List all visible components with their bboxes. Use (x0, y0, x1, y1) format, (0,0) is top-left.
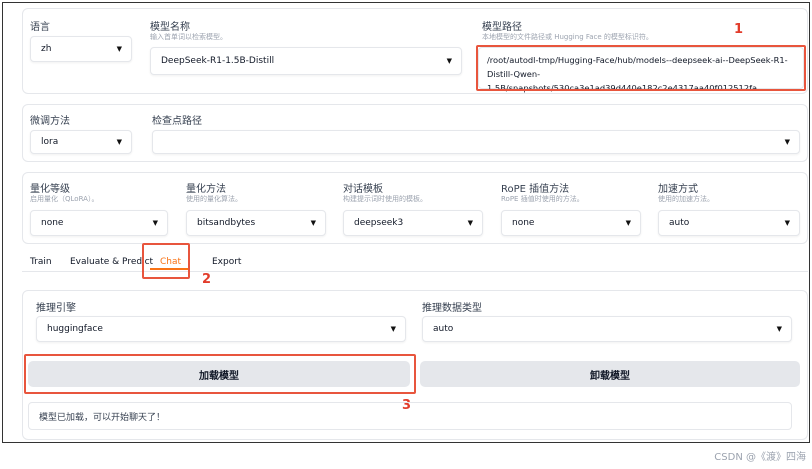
model-status-box: 模型已加载，可以开始聊天了！ (28, 402, 792, 430)
model-path-label: 模型路径 (482, 22, 522, 33)
rope-info: RoPE 插值时使用的方法。 (501, 195, 584, 203)
language-select[interactable]: zh ▼ (30, 36, 132, 62)
unload-model-button[interactable]: 卸载模型 (420, 361, 800, 387)
chevron-down-icon: ▼ (310, 219, 316, 227)
chevron-down-icon: ▼ (116, 138, 122, 146)
chevron-down-icon: ▼ (784, 138, 790, 146)
chevron-down-icon: ▼ (446, 57, 452, 65)
annotation-2: 2 (202, 272, 212, 287)
rope-select[interactable]: none ▼ (501, 210, 641, 236)
quant-method-info: 使用的量化算法。 (186, 195, 242, 203)
infer-dtype-label: 推理数据类型 (422, 303, 482, 314)
quant-bit-select[interactable]: none ▼ (30, 210, 168, 236)
quant-bit-value: none (41, 218, 64, 228)
model-name-label: 模型名称 (150, 22, 190, 33)
tabs-divider (22, 271, 808, 272)
chevron-down-icon: ▼ (625, 219, 631, 227)
chevron-down-icon: ▼ (784, 219, 790, 227)
chat-tab-highlight (142, 243, 190, 279)
quant-method-value: bitsandbytes (197, 218, 256, 228)
booster-select[interactable]: auto ▼ (658, 210, 800, 236)
quant-bit-label: 量化等级 (30, 184, 70, 195)
model-name-value: DeepSeek-R1-1.5B-Distill (161, 56, 275, 66)
model-path-highlight (476, 45, 806, 91)
template-info: 构建提示词时使用的模板。 (343, 195, 427, 203)
language-label: 语言 (30, 22, 50, 33)
infer-dtype-value: auto (433, 324, 454, 334)
infer-backend-label: 推理引擎 (36, 303, 76, 314)
finetune-method-label: 微调方法 (30, 116, 70, 127)
quant-bit-info: 启用量化（QLoRA）。 (30, 195, 99, 203)
infer-dtype-select[interactable]: auto ▼ (422, 316, 792, 342)
booster-info: 使用的加速方法。 (658, 195, 714, 203)
chevron-down-icon: ▼ (116, 45, 122, 53)
template-label: 对话模板 (343, 184, 383, 195)
booster-label: 加速方式 (658, 184, 698, 195)
checkpoint-select[interactable]: ▼ (152, 130, 800, 154)
quant-method-label: 量化方法 (186, 184, 226, 195)
booster-value: auto (669, 218, 690, 228)
quant-method-select[interactable]: bitsandbytes ▼ (186, 210, 326, 236)
rope-value: none (512, 218, 535, 228)
tab-train[interactable]: Train (30, 257, 52, 267)
infer-backend-select[interactable]: huggingface ▼ (36, 316, 406, 342)
watermark: CSDN @《渡》四海 (714, 452, 806, 463)
template-select[interactable]: deepseek3 ▼ (343, 210, 483, 236)
finetune-method-value: lora (41, 137, 59, 147)
language-value: zh (41, 44, 52, 54)
infer-backend-value: huggingface (47, 324, 103, 334)
model-name-info: 输入首单词以检索模型。 (150, 33, 227, 41)
load-button-highlight (24, 354, 416, 394)
rope-label: RoPE 插值方法 (501, 184, 570, 195)
model-name-select[interactable]: DeepSeek-R1-1.5B-Distill ▼ (150, 47, 462, 75)
annotation-1: 1 (734, 22, 744, 37)
tab-export[interactable]: Export (212, 257, 241, 267)
model-path-info: 本地模型的文件路径或 Hugging Face 的模型标识符。 (482, 33, 653, 41)
chevron-down-icon: ▼ (152, 219, 158, 227)
chevron-down-icon: ▼ (467, 219, 473, 227)
checkpoint-label: 检查点路径 (152, 116, 202, 127)
tab-evaluate-predict[interactable]: Evaluate & Predict (70, 257, 153, 267)
chevron-down-icon: ▼ (390, 325, 396, 333)
model-status-text: 模型已加载，可以开始聊天了！ (39, 412, 166, 423)
template-value: deepseek3 (354, 218, 404, 228)
finetune-method-select[interactable]: lora ▼ (30, 130, 132, 154)
chevron-down-icon: ▼ (776, 325, 782, 333)
